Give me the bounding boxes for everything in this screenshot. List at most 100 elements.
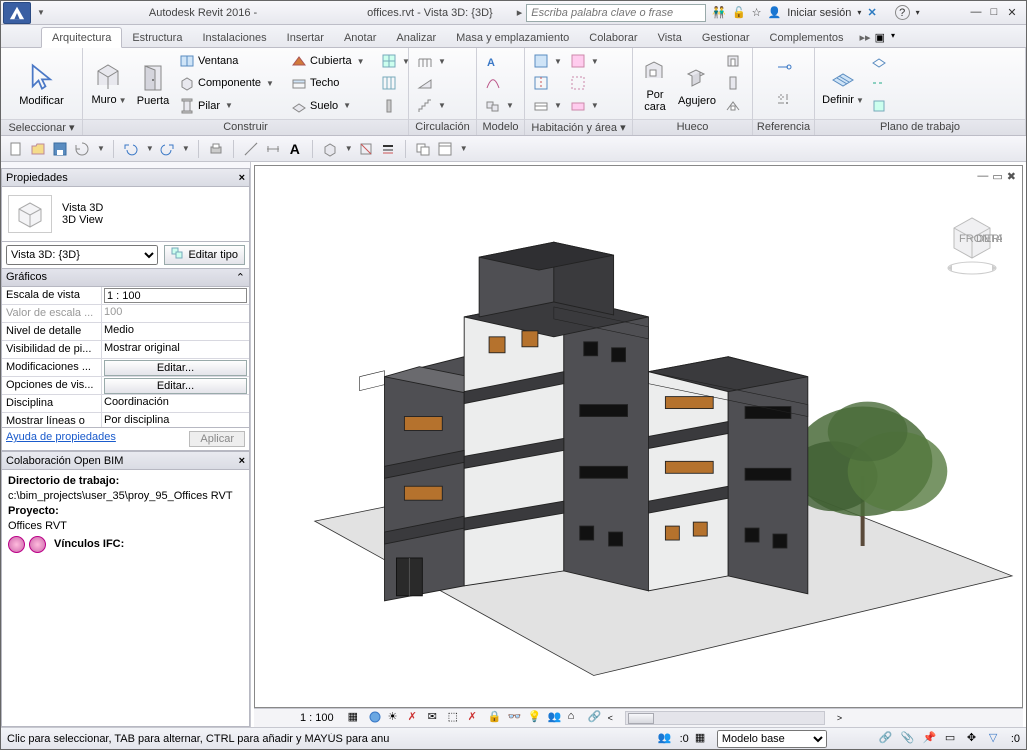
viewer-button[interactable] xyxy=(869,95,889,117)
view-scrollbar[interactable] xyxy=(625,711,825,725)
chevron-down-icon[interactable]: ▼ xyxy=(33,8,49,17)
tab-insertar[interactable]: Insertar xyxy=(277,28,334,47)
collab-close-icon[interactable]: × xyxy=(239,455,245,467)
measure-icon[interactable] xyxy=(242,140,260,158)
crop-visible-icon[interactable]: ✗ xyxy=(468,710,484,726)
maximize-button[interactable]: □ xyxy=(986,6,1002,19)
properties-help-link[interactable]: Ayuda de propiedades xyxy=(6,431,116,447)
ribbon-minimize-icon[interactable]: ▣ xyxy=(875,31,885,44)
railing-button[interactable]: ▼ xyxy=(415,50,470,72)
tab-gestionar[interactable]: Gestionar xyxy=(692,28,760,47)
workset-icon[interactable]: 👥 xyxy=(658,731,674,747)
view-scale-input[interactable] xyxy=(104,288,247,303)
view-minimize-icon[interactable]: — xyxy=(977,170,988,183)
undo-icon[interactable] xyxy=(122,140,140,158)
detail-level-value[interactable]: Medio xyxy=(102,323,249,340)
key-icon[interactable]: 🔓 xyxy=(732,6,746,19)
worksets-icon[interactable]: 👥 xyxy=(548,710,564,726)
tab-masa[interactable]: Masa y emplazamiento xyxy=(446,28,579,47)
render-icon[interactable]: ✉ xyxy=(428,710,444,726)
select-underlay-icon[interactable]: 📎 xyxy=(901,731,917,747)
vertical-opening-button[interactable] xyxy=(723,72,743,94)
thin-lines-icon[interactable] xyxy=(379,140,397,158)
cubierta-button[interactable]: Cubierta▼ xyxy=(289,50,375,72)
area-button[interactable]: ▼ xyxy=(568,50,601,72)
vcb-icon[interactable]: ▦ xyxy=(348,710,364,726)
definir-button[interactable]: Definir▼ xyxy=(819,50,867,117)
user-icon[interactable]: 👤 xyxy=(768,6,782,19)
edit-type-button[interactable]: Editar tipo xyxy=(164,245,245,265)
filter-icon[interactable]: ▽ xyxy=(989,731,1005,747)
print-icon[interactable] xyxy=(207,140,225,158)
techo-button[interactable]: Techo xyxy=(289,72,375,94)
new-icon[interactable] xyxy=(7,140,25,158)
graphics-group-header[interactable]: Gráficos⌃ xyxy=(1,269,250,287)
design-options-select[interactable]: Modelo base xyxy=(717,730,827,748)
ref-plane-button[interactable] xyxy=(869,72,889,94)
model-line-button[interactable] xyxy=(483,72,516,94)
vg-overrides-button[interactable]: Editar... xyxy=(104,360,247,376)
wall-opening-button[interactable] xyxy=(723,50,743,72)
align-dim-icon[interactable] xyxy=(264,140,282,158)
area-tag-button[interactable]: ▼ xyxy=(568,95,601,117)
discipline-value[interactable]: Coordinación xyxy=(102,395,249,412)
3d-view-icon[interactable] xyxy=(321,140,339,158)
show-workplane-button[interactable] xyxy=(869,50,889,72)
hidden-lines-value[interactable]: Por disciplina xyxy=(102,413,249,427)
tabs-scroll-icon[interactable]: ▸▸ xyxy=(860,31,871,47)
muro-button[interactable]: Muro▼ xyxy=(87,50,131,117)
componente-button[interactable]: Componente▼ xyxy=(177,72,285,94)
tab-instalaciones[interactable]: Instalaciones xyxy=(192,28,276,47)
curtain-system-button[interactable]: ▼ xyxy=(379,50,401,72)
tab-estructura[interactable]: Estructura xyxy=(122,28,192,47)
dormer-button[interactable] xyxy=(723,95,743,117)
exchange-icon[interactable]: ✕ xyxy=(867,6,876,19)
tab-vista[interactable]: Vista xyxy=(648,28,692,47)
parts-visibility-value[interactable]: Mostrar original xyxy=(102,341,249,358)
signin-button[interactable]: Iniciar sesión xyxy=(787,7,851,19)
temp-hide-icon[interactable]: 👓 xyxy=(508,710,524,726)
puerta-button[interactable]: Puerta xyxy=(131,50,175,117)
porcara-button[interactable]: Por cara xyxy=(637,50,673,117)
stair-button[interactable]: ▼ xyxy=(415,95,470,117)
search-input[interactable] xyxy=(526,4,706,22)
crop-icon[interactable]: ⬚ xyxy=(448,710,464,726)
reveal-constraints-icon[interactable]: 🔗 xyxy=(588,710,604,726)
close-button[interactable]: ✕ xyxy=(1004,6,1020,19)
ramp-button[interactable] xyxy=(415,72,470,94)
save-icon[interactable] xyxy=(51,140,69,158)
reveal-icon[interactable]: 💡 xyxy=(528,710,544,726)
ventana-button[interactable]: Ventana xyxy=(177,50,285,72)
pilar-button[interactable]: Pilar▼ xyxy=(177,95,285,117)
3d-viewport[interactable]: — ▭ ✖ FRONTAL DERECHA xyxy=(254,165,1023,708)
lock-icon[interactable]: 🔒 xyxy=(488,710,504,726)
select-pinned-icon[interactable]: 📌 xyxy=(923,731,939,747)
sun-path-icon[interactable]: ☀ xyxy=(388,710,404,726)
help-icon[interactable]: ? xyxy=(895,5,910,20)
panel-label-habitacion[interactable]: Habitación y área ▾ xyxy=(525,119,632,135)
properties-close-icon[interactable]: × xyxy=(239,172,245,184)
view-selector[interactable]: Vista 3D: {3D} xyxy=(6,245,158,265)
level-button[interactable] xyxy=(774,56,794,78)
switch-windows-icon[interactable] xyxy=(436,140,454,158)
model-text-button[interactable]: A xyxy=(483,50,516,72)
model-group-button[interactable]: ▼ xyxy=(483,95,516,117)
view-scale-label[interactable]: 1 : 100 xyxy=(260,712,344,724)
room-tag-button[interactable]: ▼ xyxy=(531,95,564,117)
minimize-button[interactable]: — xyxy=(968,6,984,19)
ifc-link-icon-1[interactable] xyxy=(8,536,25,553)
shadows-icon[interactable]: ✗ xyxy=(408,710,424,726)
star-icon[interactable]: ☆ xyxy=(752,6,762,19)
ifc-link-icon-2[interactable] xyxy=(29,536,46,553)
select-face-icon[interactable]: ▭ xyxy=(945,731,961,747)
select-links-icon[interactable]: 🔗 xyxy=(879,731,895,747)
tab-arquitectura[interactable]: Arquitectura xyxy=(41,27,122,48)
open-icon[interactable] xyxy=(29,140,47,158)
text-icon[interactable]: A xyxy=(286,140,304,158)
apply-button[interactable]: Aplicar xyxy=(189,431,245,447)
view-maximize-icon[interactable]: ▭ xyxy=(992,170,1002,183)
analytical-icon[interactable]: ⌂ xyxy=(568,710,584,726)
app-menu-button[interactable] xyxy=(3,2,31,24)
curtain-grid-button[interactable] xyxy=(379,72,401,94)
drag-elements-icon[interactable]: ✥ xyxy=(967,731,983,747)
